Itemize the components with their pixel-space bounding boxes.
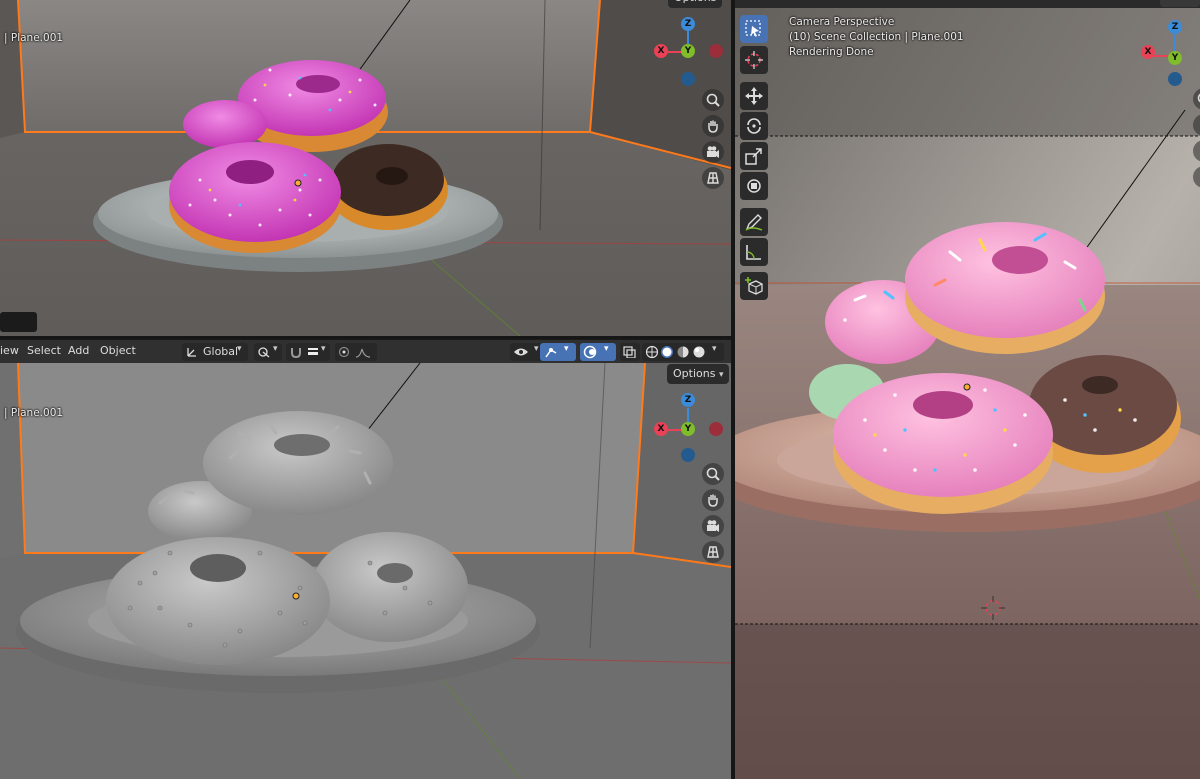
solid-shading-icon[interactable] bbox=[660, 345, 674, 359]
chevron-down-icon: ▾ bbox=[237, 344, 242, 354]
view-name-label: Camera Perspective bbox=[789, 16, 895, 28]
cursor-icon[interactable] bbox=[740, 46, 768, 74]
options-dropdown[interactable] bbox=[1160, 0, 1200, 7]
gizmo-neg-z-axis[interactable] bbox=[681, 72, 695, 86]
falloff-curve-icon bbox=[355, 348, 371, 358]
chevron-down-icon: ▾ bbox=[718, 370, 724, 380]
shading-mode-group[interactable]: ▾ bbox=[642, 343, 724, 361]
gizmo-z-axis[interactable]: Z bbox=[681, 17, 695, 31]
gizmos-toggle[interactable]: ▾ bbox=[540, 343, 576, 361]
header-strip bbox=[735, 0, 1200, 8]
material-preview-scene bbox=[0, 0, 731, 336]
transform-icon[interactable] bbox=[740, 172, 768, 200]
xray-toggle[interactable] bbox=[620, 343, 640, 361]
pivot-icon bbox=[258, 347, 270, 358]
xray-icon bbox=[623, 346, 636, 358]
eye-icon bbox=[514, 348, 528, 356]
chevron-down-icon: ▾ bbox=[604, 344, 609, 354]
gizmo-neg-x-axis[interactable] bbox=[709, 422, 723, 436]
gizmo-neg-z-axis[interactable] bbox=[681, 448, 695, 462]
chevron-down-icon: ▾ bbox=[321, 344, 326, 354]
menu-add[interactable]: Add bbox=[68, 344, 89, 357]
overlays-toggle[interactable]: ▾ bbox=[580, 343, 616, 361]
gizmo-x-axis[interactable]: X bbox=[654, 44, 668, 58]
orientation-value: Global bbox=[203, 345, 239, 358]
options-dropdown[interactable]: Options ▾ bbox=[667, 364, 730, 384]
object-name-label: | Plane.001 bbox=[4, 32, 64, 44]
viewport-rendered-camera[interactable]: Camera Perspective (10) Scene Collection… bbox=[735, 0, 1200, 779]
pan-hand-icon[interactable] bbox=[702, 489, 724, 511]
viewport-material-preview[interactable]: | Plane.001 Options Z X Y bbox=[0, 0, 731, 336]
area-divider-horizontal[interactable] bbox=[0, 336, 731, 339]
move-icon[interactable] bbox=[740, 82, 768, 110]
gizmo-icon bbox=[545, 348, 557, 358]
object-origin bbox=[292, 592, 300, 600]
gizmo-y-axis[interactable]: Y bbox=[681, 44, 695, 58]
gizmo-z-axis[interactable]: Z bbox=[681, 393, 695, 407]
options-dropdown[interactable]: Options bbox=[668, 0, 723, 8]
top-donut bbox=[203, 411, 393, 515]
select-box-icon[interactable] bbox=[740, 15, 768, 43]
snap-magnet-icon bbox=[291, 348, 301, 358]
options-label: Options bbox=[673, 367, 716, 380]
viewport-header: iew Select Add Object Global ▾ ▾ ▾ ▾ ▾ ▾ bbox=[0, 339, 731, 364]
overlay-icon bbox=[583, 345, 597, 359]
collapsed-panel bbox=[0, 312, 37, 332]
collection-label: (10) Scene Collection | Plane.001 bbox=[789, 31, 964, 43]
back-donut bbox=[183, 100, 267, 148]
zoom-icon[interactable] bbox=[702, 463, 724, 485]
solid-scene bbox=[0, 363, 731, 779]
viewport-solid[interactable]: | Plane.001 Options ▾ Z X Y bbox=[0, 363, 731, 779]
chevron-down-icon: ▾ bbox=[534, 344, 539, 354]
proportional-edit-icon bbox=[338, 346, 350, 358]
gizmo-x-axis[interactable]: X bbox=[654, 422, 668, 436]
rendered-scene bbox=[735, 0, 1200, 779]
perspective-grid-icon[interactable] bbox=[702, 541, 724, 563]
menu-object[interactable]: Object bbox=[100, 344, 136, 357]
pan-hand-icon[interactable] bbox=[702, 115, 724, 137]
snapping-controls[interactable]: ▾ bbox=[286, 343, 330, 361]
camera-view-icon[interactable] bbox=[702, 141, 724, 163]
perspective-grid-icon[interactable] bbox=[702, 167, 724, 189]
chevron-down-icon: ▾ bbox=[712, 344, 717, 354]
chevron-down-icon: ▾ bbox=[273, 344, 278, 354]
menu-view[interactable]: iew bbox=[0, 344, 19, 357]
chevron-down-icon: ▾ bbox=[564, 344, 569, 354]
measure-icon[interactable] bbox=[740, 238, 768, 266]
gizmo-z-axis[interactable]: Z bbox=[1168, 20, 1182, 34]
annotate-icon[interactable] bbox=[740, 208, 768, 236]
gizmo-y-axis[interactable]: Y bbox=[1168, 51, 1182, 65]
rendered-shading-icon[interactable] bbox=[692, 345, 706, 359]
camera-view-icon[interactable] bbox=[702, 515, 724, 537]
rotate-icon[interactable] bbox=[740, 112, 768, 140]
object-origin bbox=[963, 383, 971, 391]
gizmo-y-axis[interactable]: Y bbox=[681, 422, 695, 436]
menu-select[interactable]: Select bbox=[27, 344, 61, 357]
wireframe-shading-icon[interactable] bbox=[645, 345, 659, 359]
object-origin bbox=[294, 179, 302, 187]
gizmo-neg-z-axis[interactable] bbox=[1168, 72, 1182, 86]
snap-increment-icon bbox=[308, 348, 318, 355]
render-status: Rendering Done bbox=[789, 46, 874, 58]
transform-orientation-dropdown[interactable]: Global ▾ bbox=[182, 343, 248, 361]
add-cube-icon[interactable] bbox=[740, 272, 768, 300]
material-shading-icon[interactable] bbox=[676, 345, 690, 359]
proportional-editing-controls[interactable] bbox=[335, 343, 377, 361]
orientation-axes-icon bbox=[187, 348, 196, 357]
zoom-icon[interactable] bbox=[702, 89, 724, 111]
right-donut bbox=[312, 532, 468, 642]
scale-icon[interactable] bbox=[740, 142, 768, 170]
pivot-point-dropdown[interactable]: ▾ bbox=[254, 343, 282, 361]
gizmo-neg-x-axis[interactable] bbox=[709, 44, 723, 58]
area-divider-vertical[interactable] bbox=[731, 0, 735, 779]
object-name-label: | Plane.001 bbox=[4, 407, 64, 419]
gizmo-x-axis[interactable]: X bbox=[1141, 45, 1155, 59]
